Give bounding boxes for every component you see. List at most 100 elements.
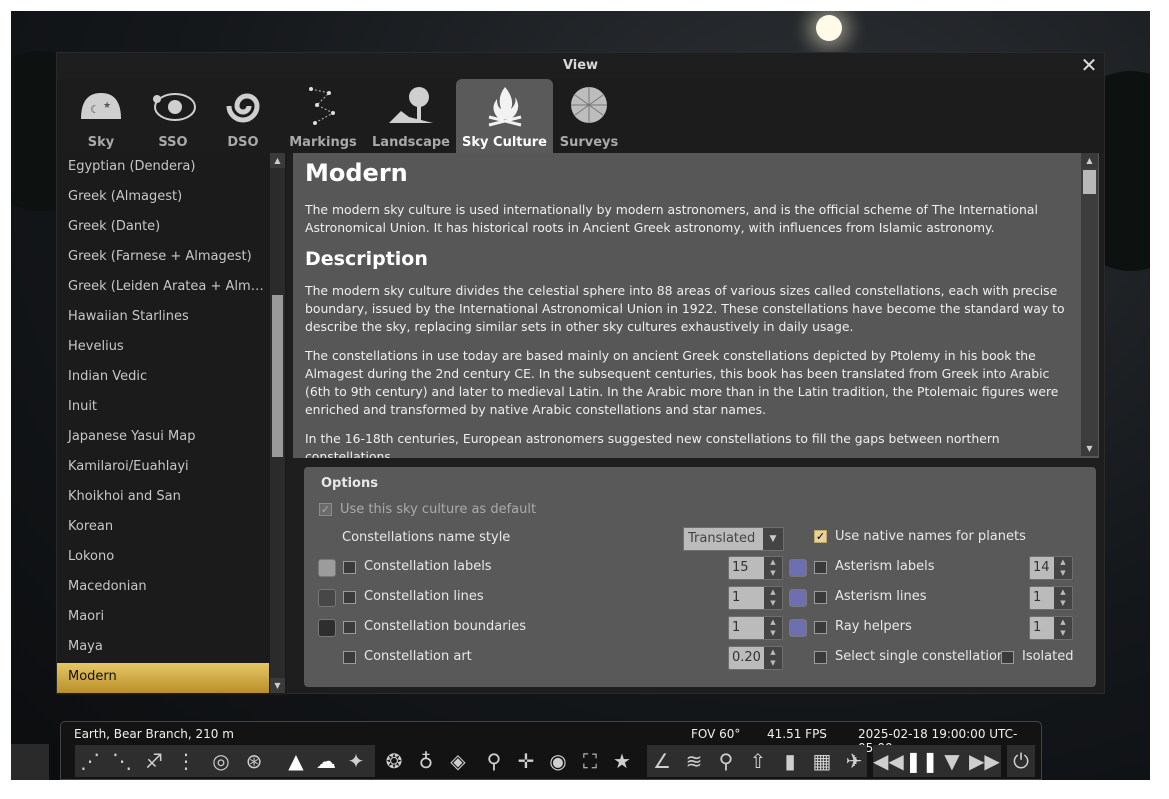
const-lines-checkbox[interactable] <box>343 591 356 604</box>
cardinal-points-icon[interactable]: ✦ <box>341 745 371 777</box>
list-scrollbar[interactable]: ▲ ▼ <box>270 153 285 693</box>
telescope-icon[interactable]: ⚲ <box>479 745 509 777</box>
fullscreen-icon[interactable]: ⛶ <box>575 745 605 777</box>
ast-labels-checkbox[interactable] <box>814 561 827 574</box>
constellation-labels-icon[interactable]: ⋱ <box>107 745 137 777</box>
location-status[interactable]: Earth, Bear Branch, 210 m <box>74 727 234 741</box>
scroll-up-icon[interactable]: ▲ <box>270 153 285 168</box>
spin-arrows-icon[interactable]: ▲ ▼ <box>764 647 782 669</box>
list-item[interactable]: Hawaiian Starlines <box>57 303 269 333</box>
night-mode-icon[interactable]: ◉ <box>543 745 573 777</box>
list-item[interactable]: Maya <box>57 633 269 663</box>
tab-markings[interactable]: Markings <box>287 79 359 153</box>
const-bounds-color[interactable] <box>318 619 336 637</box>
spin-arrows-icon[interactable]: ▲ ▼ <box>764 617 782 639</box>
list-item[interactable]: Maori <box>57 603 269 633</box>
surveys-icon[interactable]: ◈ <box>443 745 473 777</box>
const-art-spinbox[interactable]: 0.20 ▲ ▼ <box>728 646 783 670</box>
tab-label: Landscape <box>372 135 450 150</box>
constellation-lines-icon[interactable]: ⋰ <box>75 745 105 777</box>
const-labels-checkbox[interactable] <box>343 561 356 574</box>
list-item[interactable]: Greek (Almagest) <box>57 183 269 213</box>
tab-sky-culture[interactable]: Sky Culture <box>456 79 553 153</box>
native-names-checkbox[interactable]: ✓ <box>814 530 827 543</box>
ray-helpers-color[interactable] <box>789 619 807 637</box>
sky-culture-list[interactable]: Egyptian (Dendera) Greek (Almagest) Gree… <box>57 153 287 695</box>
name-style-select[interactable]: Translated ▼ <box>683 527 784 551</box>
ast-labels-color[interactable] <box>789 559 807 577</box>
oculars-icon[interactable]: ▮ <box>775 745 805 777</box>
const-bounds-checkbox[interactable] <box>343 621 356 634</box>
tab-dso[interactable]: DSO <box>215 79 271 153</box>
spin-arrows-icon[interactable]: ▲ ▼ <box>764 587 782 609</box>
isolated-checkbox[interactable] <box>1001 651 1014 664</box>
list-item[interactable]: Greek (Dante) <box>57 213 269 243</box>
const-labels-spinbox[interactable]: 15 ▲ ▼ <box>728 556 783 580</box>
search-icon[interactable]: ⚲ <box>711 745 741 777</box>
fast-forward-icon[interactable]: ▶▶ <box>969 745 1000 777</box>
atmosphere-icon[interactable]: ☁ <box>311 745 341 777</box>
tab-landscape[interactable]: Landscape <box>371 79 451 153</box>
ray-helpers-spinbox[interactable]: 1 ▲ ▼ <box>1029 616 1073 640</box>
scroll-down-icon[interactable]: ▼ <box>1081 441 1098 456</box>
equatorial-grid-icon[interactable]: ◎ <box>206 745 236 777</box>
calculator-icon[interactable]: ▦ <box>807 745 837 777</box>
options-title: Options <box>321 476 378 491</box>
ast-lines-spinbox[interactable]: 1 ▲ ▼ <box>1029 586 1073 610</box>
list-item[interactable]: Inuit <box>57 393 269 423</box>
list-item[interactable]: Macedonian <box>57 573 269 603</box>
constellation-boundaries-icon[interactable]: ⋮ <box>171 745 201 777</box>
azimuthal-grid-icon[interactable]: ⊛ <box>239 745 269 777</box>
default-checkbox[interactable]: ✓ <box>319 503 332 516</box>
scenery-3d-icon[interactable]: ⇧ <box>743 745 773 777</box>
meteor-icon[interactable]: ≋ <box>679 745 709 777</box>
spin-arrows-icon[interactable]: ▲ ▼ <box>1054 587 1072 609</box>
close-icon[interactable]: ✕ <box>1078 54 1100 76</box>
spin-arrows-icon[interactable]: ▲ ▼ <box>764 557 782 579</box>
planets-icon[interactable]: ♁ <box>411 745 441 777</box>
ray-helpers-checkbox[interactable] <box>814 621 827 634</box>
spin-arrows-icon[interactable]: ▲ ▼ <box>1054 557 1072 579</box>
real-time-icon[interactable]: ▼ <box>937 745 967 777</box>
list-item[interactable]: Greek (Leiden Aratea + Almag… <box>57 273 269 303</box>
center-selected-icon[interactable]: ✛ <box>511 745 541 777</box>
satellite-icon[interactable]: ✈ <box>839 745 869 777</box>
ast-lines-color[interactable] <box>789 589 807 607</box>
const-lines-spinbox[interactable]: 1 ▲ ▼ <box>728 586 783 610</box>
angle-measure-icon[interactable]: ∠ <box>647 745 677 777</box>
bookmark-icon[interactable]: ★ <box>607 745 637 777</box>
list-item[interactable]: Lokono <box>57 543 269 573</box>
list-item[interactable]: Hevelius <box>57 333 269 363</box>
scroll-up-icon[interactable]: ▲ <box>1081 153 1098 168</box>
ast-lines-checkbox[interactable] <box>814 591 827 604</box>
const-lines-color[interactable] <box>318 589 336 607</box>
select-single-checkbox[interactable] <box>814 651 827 664</box>
const-labels-color[interactable] <box>318 559 336 577</box>
description-scrollbar[interactable]: ▲ ▼ <box>1081 153 1098 456</box>
ground-icon[interactable]: ▲ <box>281 745 311 777</box>
list-item[interactable]: Japanese Yasui Map <box>57 423 269 453</box>
ast-labels-spinbox[interactable]: 14 ▲ ▼ <box>1029 556 1073 580</box>
pause-icon[interactable]: ❚❚ <box>905 745 939 777</box>
constellation-art-icon[interactable]: ♐ <box>139 745 169 777</box>
list-item-selected[interactable]: Modern <box>57 663 269 693</box>
sidebar-toggle[interactable] <box>11 744 49 780</box>
list-item[interactable]: Indian Vedic <box>57 363 269 393</box>
const-art-checkbox[interactable] <box>343 651 356 664</box>
list-item[interactable]: Egyptian (Dendera) <box>57 153 269 183</box>
list-item[interactable]: Greek (Farnese + Almagest) <box>57 243 269 273</box>
rewind-icon[interactable]: ◀◀ <box>873 745 904 777</box>
tab-sso[interactable]: SSO <box>145 79 201 153</box>
scroll-down-icon[interactable]: ▼ <box>270 678 285 693</box>
tab-sky[interactable]: ☾ ★ Sky <box>75 79 127 153</box>
tab-surveys[interactable]: Surveys <box>559 79 619 153</box>
list-item[interactable]: Kamilaroi/Euahlayi <box>57 453 269 483</box>
scroll-thumb[interactable] <box>272 295 283 457</box>
spin-arrows-icon[interactable]: ▲ ▼ <box>1054 617 1072 639</box>
list-item[interactable]: Korean <box>57 513 269 543</box>
scroll-thumb[interactable] <box>1083 170 1096 194</box>
power-icon[interactable]: ⏻ <box>1006 745 1036 777</box>
list-item[interactable]: Khoikhoi and San <box>57 483 269 513</box>
nebulas-icon[interactable]: ❂ <box>379 745 409 777</box>
const-bounds-spinbox[interactable]: 1 ▲ ▼ <box>728 616 783 640</box>
